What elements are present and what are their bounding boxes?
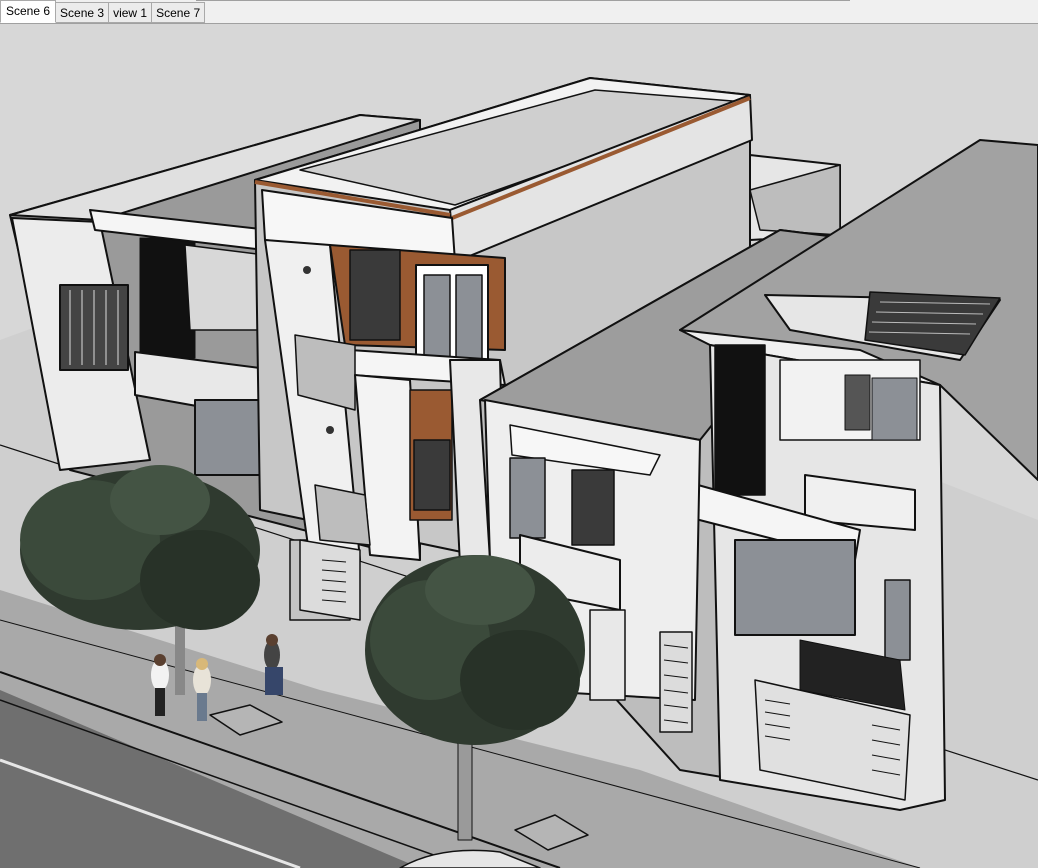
scene-tab-bar: Scene 6 Scene 3 view 1 Scene 7 — [0, 0, 1038, 24]
tab-view-1[interactable]: view 1 — [109, 2, 153, 23]
rear-building — [749, 154, 841, 241]
tab-scene-6[interactable]: Scene 6 — [0, 0, 57, 23]
tab-scene-7[interactable]: Scene 7 — [152, 2, 206, 23]
tab-bar-top-border — [196, 0, 850, 1]
tab-scene-3[interactable]: Scene 3 — [56, 2, 110, 23]
3d-viewport[interactable] — [0, 24, 1038, 868]
scene-tabs: Scene 6 Scene 3 view 1 Scene 7 — [0, 0, 206, 24]
building-model-render — [0, 77, 1038, 868]
